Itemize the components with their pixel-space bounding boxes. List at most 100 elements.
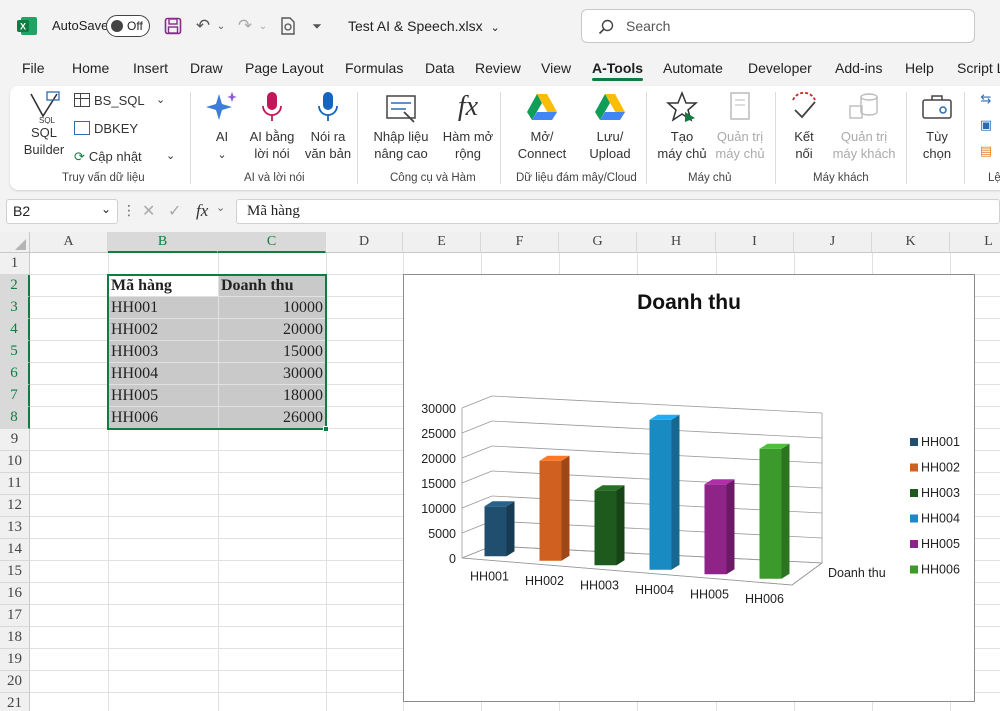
dbkey-button[interactable]: DBKEY bbox=[74, 120, 138, 137]
mo-connect-button[interactable]: Mở/ Connect bbox=[510, 90, 574, 162]
customize-toolbar-icon[interactable]: ⏷ bbox=[308, 14, 326, 38]
row-header-7[interactable]: 7 bbox=[0, 385, 30, 407]
row-header-2[interactable]: 2 bbox=[0, 275, 30, 297]
tab-developer[interactable]: Developer bbox=[748, 60, 812, 76]
row-header-21[interactable]: 21 bbox=[0, 693, 30, 711]
ham-mo-rong-button[interactable]: fx Hàm mở rộng bbox=[438, 90, 498, 162]
extra-command-3[interactable]: ▤ bbox=[976, 142, 996, 162]
row-header-18[interactable]: 18 bbox=[0, 627, 30, 649]
column-header-k[interactable]: K bbox=[872, 232, 950, 253]
quan-tri-may-chu-button[interactable]: Quản trị máy chủ bbox=[712, 90, 768, 162]
chart-area[interactable]: Doanh thu 30000 25000 20000 15000 10000 5000 0 H… bbox=[403, 274, 975, 702]
insert-function-icon[interactable]: fx bbox=[196, 201, 208, 221]
noi-ra-van-ban-button[interactable]: Nói ra văn bản bbox=[302, 90, 354, 162]
row-header-20[interactable]: 20 bbox=[0, 671, 30, 693]
formula-input[interactable]: Mã hàng bbox=[236, 199, 1000, 224]
column-header-l[interactable]: L bbox=[950, 232, 1000, 253]
undo-icon[interactable]: ↶ bbox=[192, 14, 214, 38]
column-header-b[interactable]: B bbox=[108, 232, 218, 253]
column-header-e[interactable]: E bbox=[403, 232, 481, 253]
row-header-16[interactable]: 16 bbox=[0, 583, 30, 605]
print-preview-icon[interactable] bbox=[277, 14, 299, 38]
row-header-14[interactable]: 14 bbox=[0, 539, 30, 561]
row-header-19[interactable]: 19 bbox=[0, 649, 30, 671]
sql-builder-button[interactable]: SQL SQL Builder bbox=[20, 90, 68, 158]
tab-draw[interactable]: Draw bbox=[190, 60, 223, 76]
group-label-may-khach: Máy khách bbox=[813, 172, 869, 184]
column-header-d[interactable]: D bbox=[326, 232, 403, 253]
row-header-1[interactable]: 1 bbox=[0, 253, 30, 275]
autosave-toggle[interactable]: Off bbox=[106, 15, 150, 37]
row-header-4[interactable]: 4 bbox=[0, 319, 30, 341]
group-label-ai: AI và lời nói bbox=[244, 172, 305, 184]
tab-formulas[interactable]: Formulas bbox=[345, 60, 403, 76]
chevron-down-icon: ⌄ bbox=[217, 149, 227, 161]
row-header-11[interactable]: 11 bbox=[0, 473, 30, 495]
cancel-icon[interactable]: ✕ bbox=[142, 201, 155, 221]
legend-label-hh006: HH006 bbox=[921, 563, 960, 577]
save-icon[interactable] bbox=[162, 14, 184, 38]
tab-file[interactable]: File bbox=[22, 60, 45, 76]
chevron-down-icon[interactable]: ⌄ bbox=[216, 201, 225, 214]
extra-command-2[interactable]: ▣ bbox=[976, 116, 996, 136]
star-icon bbox=[666, 90, 698, 122]
tuy-chon-button[interactable]: Tùy chọn bbox=[914, 90, 960, 162]
row-header-3[interactable]: 3 bbox=[0, 297, 30, 319]
column-header-h[interactable]: H bbox=[637, 232, 716, 253]
redo-dropdown-icon[interactable]: ⌄ bbox=[256, 14, 270, 38]
row-header-10[interactable]: 10 bbox=[0, 451, 30, 473]
row-header-6[interactable]: 6 bbox=[0, 363, 30, 385]
ai-bang-loi-noi-button[interactable]: AI bằng lời nói bbox=[244, 90, 300, 162]
tab-script-lab[interactable]: Script L bbox=[957, 60, 1000, 76]
bar-side-hh005 bbox=[726, 479, 735, 575]
tab-automate[interactable]: Automate bbox=[663, 60, 723, 76]
selection-border bbox=[107, 274, 327, 430]
more-options-icon[interactable]: ⋮ bbox=[122, 202, 136, 219]
column-header-g[interactable]: G bbox=[559, 232, 637, 253]
tab-page-layout[interactable]: Page Layout bbox=[245, 60, 324, 76]
enter-icon[interactable]: ✓ bbox=[168, 201, 181, 221]
name-box[interactable]: B2 ⌄ bbox=[6, 199, 118, 224]
cap-nhat-button[interactable]: ⟳ Cập nhật ⌄ bbox=[74, 148, 175, 165]
row-header-9[interactable]: 9 bbox=[0, 429, 30, 451]
fill-handle[interactable] bbox=[323, 426, 329, 432]
row-header-15[interactable]: 15 bbox=[0, 561, 30, 583]
column-header-f[interactable]: F bbox=[481, 232, 559, 253]
row-header-5[interactable]: 5 bbox=[0, 341, 30, 363]
chevron-down-icon: ⌄ bbox=[490, 22, 500, 34]
tab-review[interactable]: Review bbox=[475, 60, 521, 76]
quan-tri-may-khach-button[interactable]: Quản trị máy khách bbox=[828, 90, 900, 162]
db-key-icon bbox=[74, 121, 90, 135]
ai-button[interactable]: AI ⌄ bbox=[202, 90, 242, 164]
function-icon: fx bbox=[457, 91, 479, 122]
tab-help[interactable]: Help bbox=[905, 60, 934, 76]
ket-noi-button[interactable]: Kết nối bbox=[782, 90, 826, 162]
tab-home[interactable]: Home bbox=[72, 60, 109, 76]
undo-dropdown-icon[interactable]: ⌄ bbox=[214, 14, 228, 38]
luu-upload-button[interactable]: Lưu/ Upload bbox=[578, 90, 642, 162]
row-header-13[interactable]: 13 bbox=[0, 517, 30, 539]
tao-may-chu-button[interactable]: Tạo máy chủ bbox=[654, 90, 710, 162]
redo-icon[interactable]: ↷ bbox=[234, 14, 256, 38]
row-header-8[interactable]: 8 bbox=[0, 407, 30, 429]
column-header-a[interactable]: A bbox=[30, 232, 108, 253]
file-name[interactable]: Test AI & Speech.xlsx ⌄ bbox=[348, 18, 500, 34]
row-header-12[interactable]: 12 bbox=[0, 495, 30, 517]
legend-label-hh005: HH005 bbox=[921, 537, 960, 551]
row-header-17[interactable]: 17 bbox=[0, 605, 30, 627]
bar-side-hh002 bbox=[561, 455, 570, 561]
tab-insert[interactable]: Insert bbox=[133, 60, 168, 76]
column-header-c[interactable]: C bbox=[218, 232, 326, 253]
select-all-corner[interactable] bbox=[0, 232, 30, 253]
bs-sql-button[interactable]: BS_SQL ⌄ bbox=[74, 92, 165, 109]
search-box[interactable]: Search bbox=[581, 9, 975, 43]
luu-upload-label: Lưu/ Upload bbox=[589, 129, 631, 161]
tab-view[interactable]: View bbox=[541, 60, 571, 76]
tab-add-ins[interactable]: Add-ins bbox=[835, 60, 882, 76]
extra-command-1[interactable]: ⇆ bbox=[976, 90, 996, 110]
tab-a-tools[interactable]: A-Tools bbox=[592, 60, 644, 81]
column-header-j[interactable]: J bbox=[794, 232, 872, 253]
nhap-lieu-button[interactable]: Nhập liệu nâng cao bbox=[366, 90, 436, 162]
column-header-i[interactable]: I bbox=[716, 232, 794, 253]
tab-data[interactable]: Data bbox=[425, 60, 455, 76]
